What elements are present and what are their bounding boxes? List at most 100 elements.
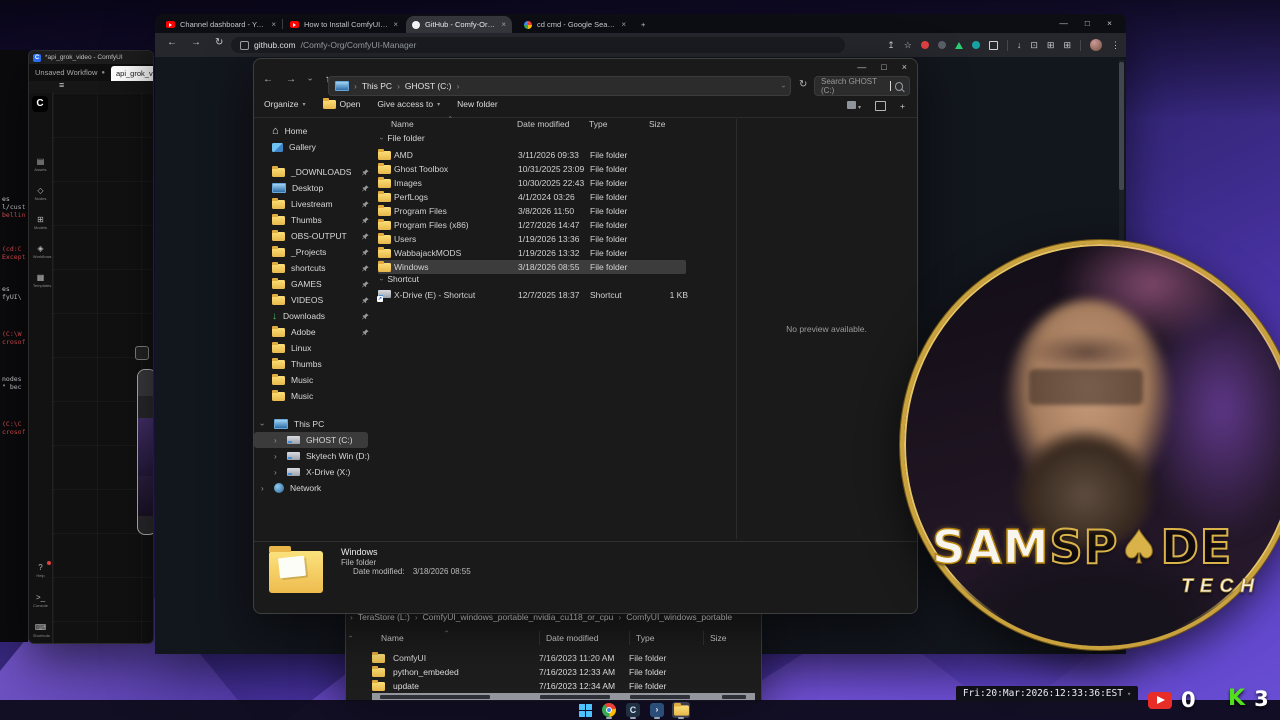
column-type[interactable]: Type	[629, 631, 703, 645]
sidebar-item-thumbs2[interactable]: Thumbs	[254, 356, 376, 372]
back-button[interactable]: ←	[167, 37, 177, 48]
canvas-widget[interactable]	[135, 346, 149, 360]
scrollbar-thumb[interactable]	[1119, 62, 1124, 190]
browser-tab-install-comfyui[interactable]: How to Install ComfyUI in 4 M... ×	[284, 16, 404, 33]
column-name[interactable]: Name	[381, 631, 539, 645]
recent-locations-icon[interactable]: ›	[306, 75, 315, 84]
tab-close-icon[interactable]: ×	[501, 20, 506, 29]
open-button[interactable]: Open	[322, 97, 360, 109]
sidebar-item-downloads-pinned[interactable]: _DOWNLOADS	[254, 164, 376, 180]
address-bar[interactable]: github.com/Comfy-Org/ComfyUI-Manager	[231, 37, 845, 53]
extension-icon[interactable]	[988, 40, 998, 50]
sidebar-item-skytech-win-d[interactable]: › Skytech Win (D:)	[254, 448, 376, 464]
sidebar-item-shortcuts[interactable]: shortcuts	[254, 260, 376, 276]
collapse-chevron-icon[interactable]: ›	[378, 276, 385, 283]
preview-pane-button[interactable]	[875, 101, 887, 111]
bookmark-star-icon[interactable]: ☆	[904, 40, 912, 51]
change-view-button[interactable]: ▾	[846, 101, 861, 111]
close-button[interactable]: ×	[902, 62, 907, 72]
refresh-icon[interactable]: ↻	[799, 79, 807, 90]
expanded-chevron-icon[interactable]: ›	[258, 423, 267, 426]
sidebar-item-models[interactable]: ⊞ Models	[32, 215, 49, 230]
column-name[interactable]: Name	[391, 119, 517, 129]
comfyui-canvas[interactable]: T: 0.00s I: 0 N: 3 [3] V: 13 FPS:120.48	[53, 93, 153, 643]
start-button[interactable]	[576, 702, 594, 718]
maximize-button[interactable]: □	[1085, 18, 1090, 28]
side-panel-icon[interactable]: ⊡	[1030, 40, 1038, 51]
give-access-button[interactable]: Give access to ▾	[377, 99, 440, 109]
sidebar-item-console[interactable]: >_ Console	[32, 593, 49, 608]
taskbar-terminal[interactable]: ›	[648, 702, 666, 719]
tab-groups-icon[interactable]: ⊞	[1047, 40, 1055, 51]
scroll-up-icon[interactable]: ›	[348, 633, 355, 640]
taskbar-comfyui[interactable]: C	[624, 702, 642, 719]
collapsed-chevron-icon[interactable]: ›	[274, 452, 281, 461]
search-box[interactable]: Search GHOST (C:)	[814, 76, 910, 96]
file-row[interactable]: WabbajackMODS 1/19/2026 13:32 File folder	[378, 246, 694, 260]
sidebar-item-home[interactable]: ⌂ Home	[254, 123, 376, 139]
tab-unsaved-workflow[interactable]: Unsaved Workflow ●	[29, 68, 111, 77]
close-button[interactable]: ×	[1107, 18, 1112, 28]
extension-icon[interactable]	[937, 41, 946, 49]
minimize-button[interactable]: —	[857, 62, 866, 72]
column-type[interactable]: Type	[589, 119, 649, 129]
collapsed-chevron-icon[interactable]: ›	[274, 468, 281, 477]
file-row[interactable]: Users 1/19/2026 13:36 File folder	[378, 232, 694, 246]
browser-tab-github-active[interactable]: GitHub - Comfy-Org/ComfyUI-... ×	[406, 16, 512, 33]
organize-button[interactable]: Organize ▾	[264, 99, 306, 109]
explorer-window-comfyui-portable[interactable]: › TeraStore (L:) › ComfyUI_windows_porta…	[345, 608, 762, 702]
sidebar-item-help[interactable]: ? Help	[32, 561, 51, 578]
extension-triangle-icon[interactable]	[954, 41, 963, 49]
sidebar-item-games[interactable]: GAMES	[254, 276, 376, 292]
new-tab-button[interactable]: +	[635, 16, 653, 33]
column-date-modified[interactable]: Date modified	[539, 631, 629, 645]
file-row[interactable]: AMD 3/11/2026 09:33 File folder	[378, 148, 694, 162]
sidebar-item-nodes[interactable]: ◇ Nodes	[32, 186, 49, 201]
taskbar-explorer-active[interactable]	[672, 702, 690, 719]
site-settings-icon[interactable]	[240, 40, 249, 50]
profile-avatar[interactable]	[1090, 39, 1102, 51]
tab-api-grok-vid[interactable]: api_grok_vid	[111, 66, 153, 81]
file-row[interactable]: python_embeded 7/16/2023 12:33 AM File f…	[372, 665, 703, 679]
reload-button[interactable]: ↻	[215, 37, 223, 48]
sidebar-item-gallery[interactable]: Gallery	[254, 139, 376, 155]
apps-grid-icon[interactable]: ⊞	[1063, 40, 1071, 51]
sidebar-item-desktop[interactable]: Desktop	[254, 180, 376, 196]
browser-tab-google-search[interactable]: cd cmd - Google Search ×	[518, 16, 632, 33]
back-button[interactable]: ←	[263, 74, 273, 85]
chrome-menu-icon[interactable]: ⋮	[1111, 40, 1120, 51]
column-date-modified[interactable]: Date modified	[517, 119, 589, 129]
breadcrumb-drive[interactable]: GHOST (C:)	[405, 81, 452, 91]
file-row-shortcut[interactable]: ↗ X-Drive (E) - Shortcut 12/7/2025 18:37…	[377, 288, 694, 302]
sidebar-item-downloads[interactable]: ↓ Downloads	[254, 308, 376, 324]
collapsed-chevron-icon[interactable]: ›	[274, 436, 281, 445]
extension-record-icon[interactable]	[920, 41, 929, 49]
file-row[interactable]: Program Files (x86) 1/27/2026 14:47 File f…	[378, 218, 694, 232]
sidebar-item-music2[interactable]: Music	[254, 388, 376, 404]
column-headers[interactable]: Name Date modified Type Size	[391, 119, 694, 129]
comfyui-window[interactable]: C *api_grok_video - ComfyUI Unsaved Work…	[28, 50, 154, 644]
sidebar-item-templates[interactable]: ▦ Templates	[32, 273, 51, 288]
column-headers[interactable]: Name Date modified Type Size	[381, 631, 753, 645]
tab-close-icon[interactable]: ×	[621, 20, 626, 29]
comfyui-rail-logo-icon[interactable]: C	[32, 96, 48, 112]
file-row[interactable]: Images 10/30/2025 22:43 File folder	[378, 176, 694, 190]
file-row[interactable]: ComfyUI 7/16/2023 11:20 AM File folder	[372, 651, 703, 665]
file-row-windows-selected[interactable]: Windows 3/18/2026 08:55 File folder	[378, 260, 686, 274]
tab-close-icon[interactable]: ×	[393, 20, 398, 29]
file-row[interactable]: Ghost Toolbox 10/31/2025 23:09 File folder	[378, 162, 694, 176]
sidebar-item-network[interactable]: › Network	[254, 480, 376, 496]
sidebar-item-linux[interactable]: Linux	[254, 340, 376, 356]
breadcrumb-this-pc[interactable]: This PC	[362, 81, 392, 91]
workflow-node-partial[interactable]	[137, 369, 153, 535]
group-header-shortcut[interactable]: › Shortcut	[378, 274, 419, 284]
group-header-file-folder[interactable]: › File folder	[378, 133, 425, 143]
browser-tab-youtube-dashboard[interactable]: Channel dashboard - YouTube ×	[160, 16, 282, 33]
sidebar-item-ghost-c-selected[interactable]: › GHOST (C:)	[254, 432, 368, 448]
sidebar-item-music[interactable]: Music	[254, 372, 376, 388]
extension-icon[interactable]	[971, 41, 980, 49]
taskbar-chrome[interactable]	[600, 702, 618, 719]
sidebar-item-workflows[interactable]: ◈ Workflows	[32, 244, 52, 259]
console-window-edge[interactable]: es l/cust bellin (cd:C Except es fyUI\ (…	[0, 50, 28, 642]
sidebar-item-videos[interactable]: VIDEOS	[254, 292, 376, 308]
